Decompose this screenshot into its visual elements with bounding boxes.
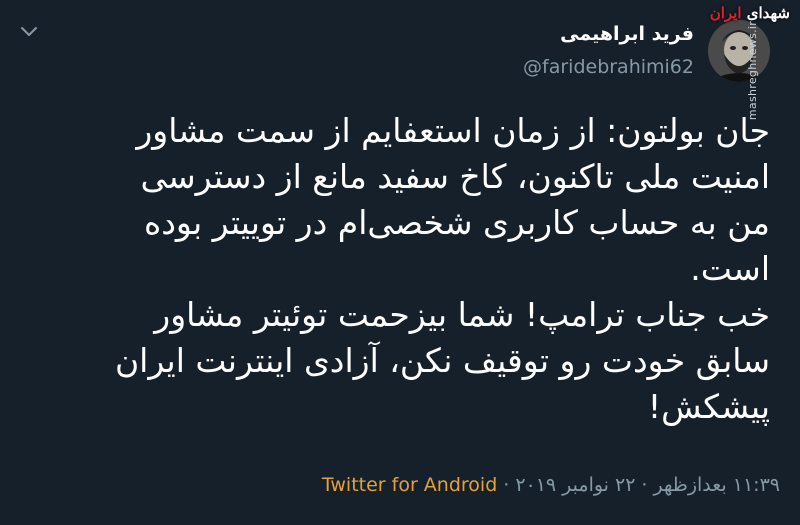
meta-separator: · bbox=[503, 474, 510, 496]
chevron-down-icon[interactable] bbox=[18, 20, 40, 42]
author-display-name[interactable]: فرید ابراهیمی bbox=[560, 22, 694, 46]
tweet-text: جان بولتون: از زمان استعفایم از سمت مشاو… bbox=[114, 111, 770, 426]
tweet-time[interactable]: ۱۱:۳۹ بعدازظهر bbox=[653, 474, 780, 496]
tweet-date[interactable]: ۲۲ نوامبر ۲۰۱۹ bbox=[515, 474, 635, 496]
watermark: شهدای ایران mashreghnews.ir bbox=[710, 2, 798, 121]
tweet-card: فرید ابراهیمی @faridebrahimi62 شهدای ایر… bbox=[0, 0, 800, 525]
tweet-header: فرید ابراهیمی @faridebrahimi62 bbox=[523, 14, 770, 94]
author-names: فرید ابراهیمی @faridebrahimi62 bbox=[523, 22, 694, 80]
author-handle[interactable]: @faridebrahimi62 bbox=[523, 54, 694, 80]
tweet-meta: ۱۱:۳۹ بعدازظهر · ۲۲ نوامبر ۲۰۱۹ · Twitte… bbox=[322, 474, 780, 496]
watermark-site: mashreghnews.ir bbox=[745, 20, 759, 121]
tweet-source-link[interactable]: Twitter for Android bbox=[322, 474, 497, 496]
watermark-logo: شهدای ایران bbox=[709, 4, 790, 22]
meta-separator: · bbox=[641, 474, 648, 496]
